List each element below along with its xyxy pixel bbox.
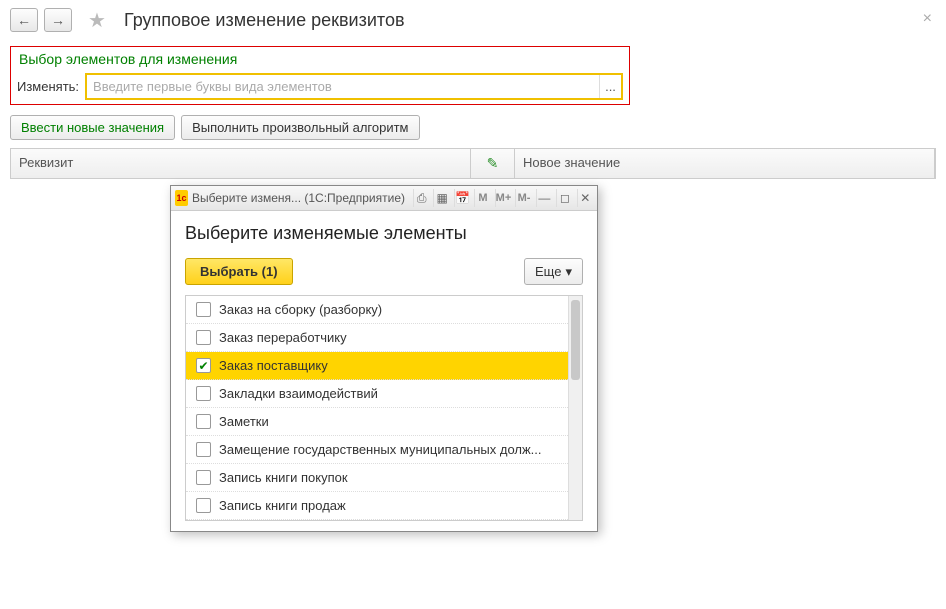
list-item-label: Заказ на сборку (разборку) <box>219 302 382 317</box>
enter-values-button[interactable]: Ввести новые значения <box>10 115 175 140</box>
list-item-label: Запись книги продаж <box>219 498 346 513</box>
pencil-icon: ✎ <box>487 155 499 172</box>
page-title: Групповое изменение реквизитов <box>124 10 405 31</box>
checkbox[interactable] <box>196 386 211 401</box>
select-elements-dialog: 1c Выберите изменя... (1С:Предприятие) ⎙… <box>170 185 598 532</box>
checkbox[interactable] <box>196 302 211 317</box>
dialog-heading: Выберите изменяемые элементы <box>185 223 583 244</box>
list-item[interactable]: Запись книги покупок <box>186 464 568 492</box>
list-scrollbar[interactable] <box>568 296 582 520</box>
memory-mminus-button[interactable]: M- <box>515 189 531 207</box>
change-field-wrap: ... <box>85 73 623 100</box>
checkbox[interactable]: ✔ <box>196 358 211 373</box>
col-edit-icon: ✎ <box>471 149 515 178</box>
chevron-down-icon: ▾ <box>565 264 572 280</box>
checkbox[interactable] <box>196 330 211 345</box>
run-algorithm-button[interactable]: Выполнить произвольный алгоритм <box>181 115 419 140</box>
checkbox[interactable] <box>196 442 211 457</box>
list-item[interactable]: Заметки <box>186 408 568 436</box>
list-item[interactable]: Замещение государственных муниципальных … <box>186 436 568 464</box>
list-item[interactable]: Заказ переработчику <box>186 324 568 352</box>
favorite-star-icon[interactable]: ★ <box>86 9 108 31</box>
selection-section: Выбор элементов для изменения Изменять: … <box>10 46 630 105</box>
col-new-value: Новое значение <box>515 149 935 178</box>
checkbox[interactable] <box>196 498 211 513</box>
col-requisite: Реквизит <box>11 149 471 178</box>
dialog-titlebar[interactable]: 1c Выберите изменя... (1С:Предприятие) ⎙… <box>171 186 597 211</box>
more-button[interactable]: Еще ▾ <box>524 258 583 285</box>
close-icon[interactable]: × <box>923 10 932 28</box>
grid-header: Реквизит ✎ Новое значение <box>10 148 936 179</box>
dialog-title: Выберите изменя... (1С:Предприятие) <box>192 191 405 205</box>
dialog-close-icon[interactable]: ✕ <box>577 189 593 207</box>
list-item[interactable]: Запись книги продаж <box>186 492 568 520</box>
app-logo-icon: 1c <box>175 190 188 206</box>
memory-mplus-button[interactable]: M+ <box>495 189 512 207</box>
print-icon[interactable]: ⎙ <box>413 189 429 207</box>
elements-list: Заказ на сборку (разборку) Заказ перерабо… <box>185 295 583 521</box>
checkbox[interactable] <box>196 414 211 429</box>
list-item-label: Заказ переработчику <box>219 330 347 345</box>
select-type-button[interactable]: ... <box>599 75 621 98</box>
checkbox[interactable] <box>196 470 211 485</box>
list-item[interactable]: Закладки взаимодействий <box>186 380 568 408</box>
list-item-label: Замещение государственных муниципальных … <box>219 442 542 457</box>
memory-m-button[interactable]: M <box>474 189 490 207</box>
list-item-label: Заметки <box>219 414 269 429</box>
list-item[interactable]: ✔ Заказ поставщику <box>186 352 568 380</box>
list-item-label: Закладки взаимодействий <box>219 386 378 401</box>
calendar-icon[interactable]: 📅 <box>454 189 470 207</box>
list-item[interactable]: Заказ на сборку (разборку) <box>186 296 568 324</box>
maximize-icon[interactable]: ◻ <box>556 189 572 207</box>
calc-icon[interactable]: ▦ <box>433 189 449 207</box>
minimize-icon[interactable]: — <box>536 189 552 207</box>
nav-forward-button[interactable]: → <box>44 8 72 32</box>
section-title: Выбор элементов для изменения <box>11 47 629 69</box>
element-type-input[interactable] <box>87 75 599 98</box>
scroll-thumb[interactable] <box>571 300 580 380</box>
more-button-label: Еще <box>535 264 561 279</box>
list-item-label: Запись книги покупок <box>219 470 348 485</box>
change-field-label: Изменять: <box>11 79 85 94</box>
nav-back-button[interactable]: ← <box>10 8 38 32</box>
list-item-label: Заказ поставщику <box>219 358 328 373</box>
select-button[interactable]: Выбрать (1) <box>185 258 293 285</box>
